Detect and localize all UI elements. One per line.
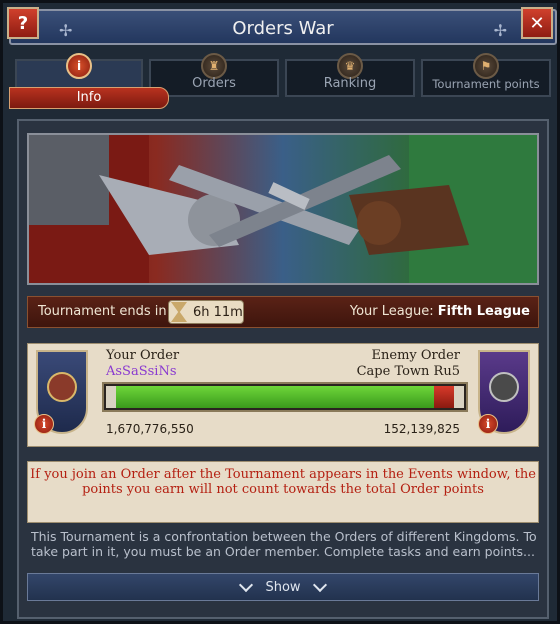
enemy-order-score: 152,139,825 (383, 422, 460, 436)
tournament-timer: 6h 11m (168, 300, 244, 324)
tab-tournament-points[interactable]: ⚑ Tournament points (421, 53, 551, 97)
tournament-description: This Tournament is a confrontation betwe… (31, 529, 537, 559)
your-order-score: 1,670,776,550 (106, 422, 194, 436)
show-label: Show (265, 579, 301, 595)
chevron-down-icon (239, 577, 254, 593)
enemy-order-name[interactable]: Cape Town Ru5 (357, 364, 460, 379)
tab-ranking-label: Ranking (323, 76, 377, 91)
order-points-bar (102, 382, 468, 412)
enemy-order-info-icon[interactable]: i (478, 414, 498, 434)
league-value: Fifth League (437, 304, 530, 319)
enemy-order-label: Enemy Order (371, 348, 460, 363)
chevron-down-icon (312, 577, 327, 593)
tab-orders[interactable]: ♜ Orders (149, 53, 279, 97)
your-order-name[interactable]: AsSaSsiNs (106, 364, 177, 379)
hourglass-icon (171, 302, 187, 322)
clashing-swords-artwork (29, 135, 537, 283)
crowned-helm-icon (47, 372, 77, 402)
your-order-fill (106, 386, 434, 408)
tournament-points-icon: ⚑ (473, 53, 499, 79)
tournament-ends-label: Tournament ends in: (38, 304, 172, 319)
tab-bar: i ♜ Orders ♛ Ranking ⚑ Tournament points… (9, 49, 557, 109)
order-comparison: i Your Order AsSaSsiNs Enemy Order Cape … (27, 343, 539, 447)
tournament-banner-image (27, 133, 539, 285)
title-bar: Orders War ✢ ✢ (9, 9, 557, 45)
window-title: Orders War (232, 18, 334, 39)
tab-ranking[interactable]: ♛ Ranking (285, 53, 415, 97)
ornament-icon: ✢ (493, 21, 507, 40)
lion-head-icon (489, 372, 519, 402)
your-order-info-icon[interactable]: i (34, 414, 54, 434)
close-button[interactable]: ✕ (521, 7, 553, 39)
tab-info-label[interactable]: Info (9, 87, 169, 109)
league-info: Your League: Fifth League (350, 304, 530, 319)
tab-orders-label: Orders (192, 76, 236, 91)
info-panel: Tournament ends in: 6h 11m Your League: … (17, 119, 549, 619)
late-join-warning: If you join an Order after the Tournamen… (27, 461, 539, 523)
your-order-label: Your Order (106, 348, 180, 363)
tab-tournament-points-label: Tournament points (432, 77, 540, 91)
ornament-icon: ✢ (59, 21, 73, 40)
orders-war-window: Orders War ✢ ✢ ? ✕ i ♜ Orders ♛ Ranking … (0, 0, 560, 624)
show-more-button[interactable]: Show (27, 573, 539, 601)
bar-cap-right (454, 386, 464, 408)
tournament-status-bar: Tournament ends in: 6h 11m Your League: … (27, 296, 539, 328)
league-label: Your League: (349, 304, 434, 319)
bar-cap-left (106, 386, 116, 408)
info-icon: i (66, 53, 92, 79)
help-button[interactable]: ? (7, 7, 39, 39)
time-left: 6h 11m (193, 304, 243, 320)
